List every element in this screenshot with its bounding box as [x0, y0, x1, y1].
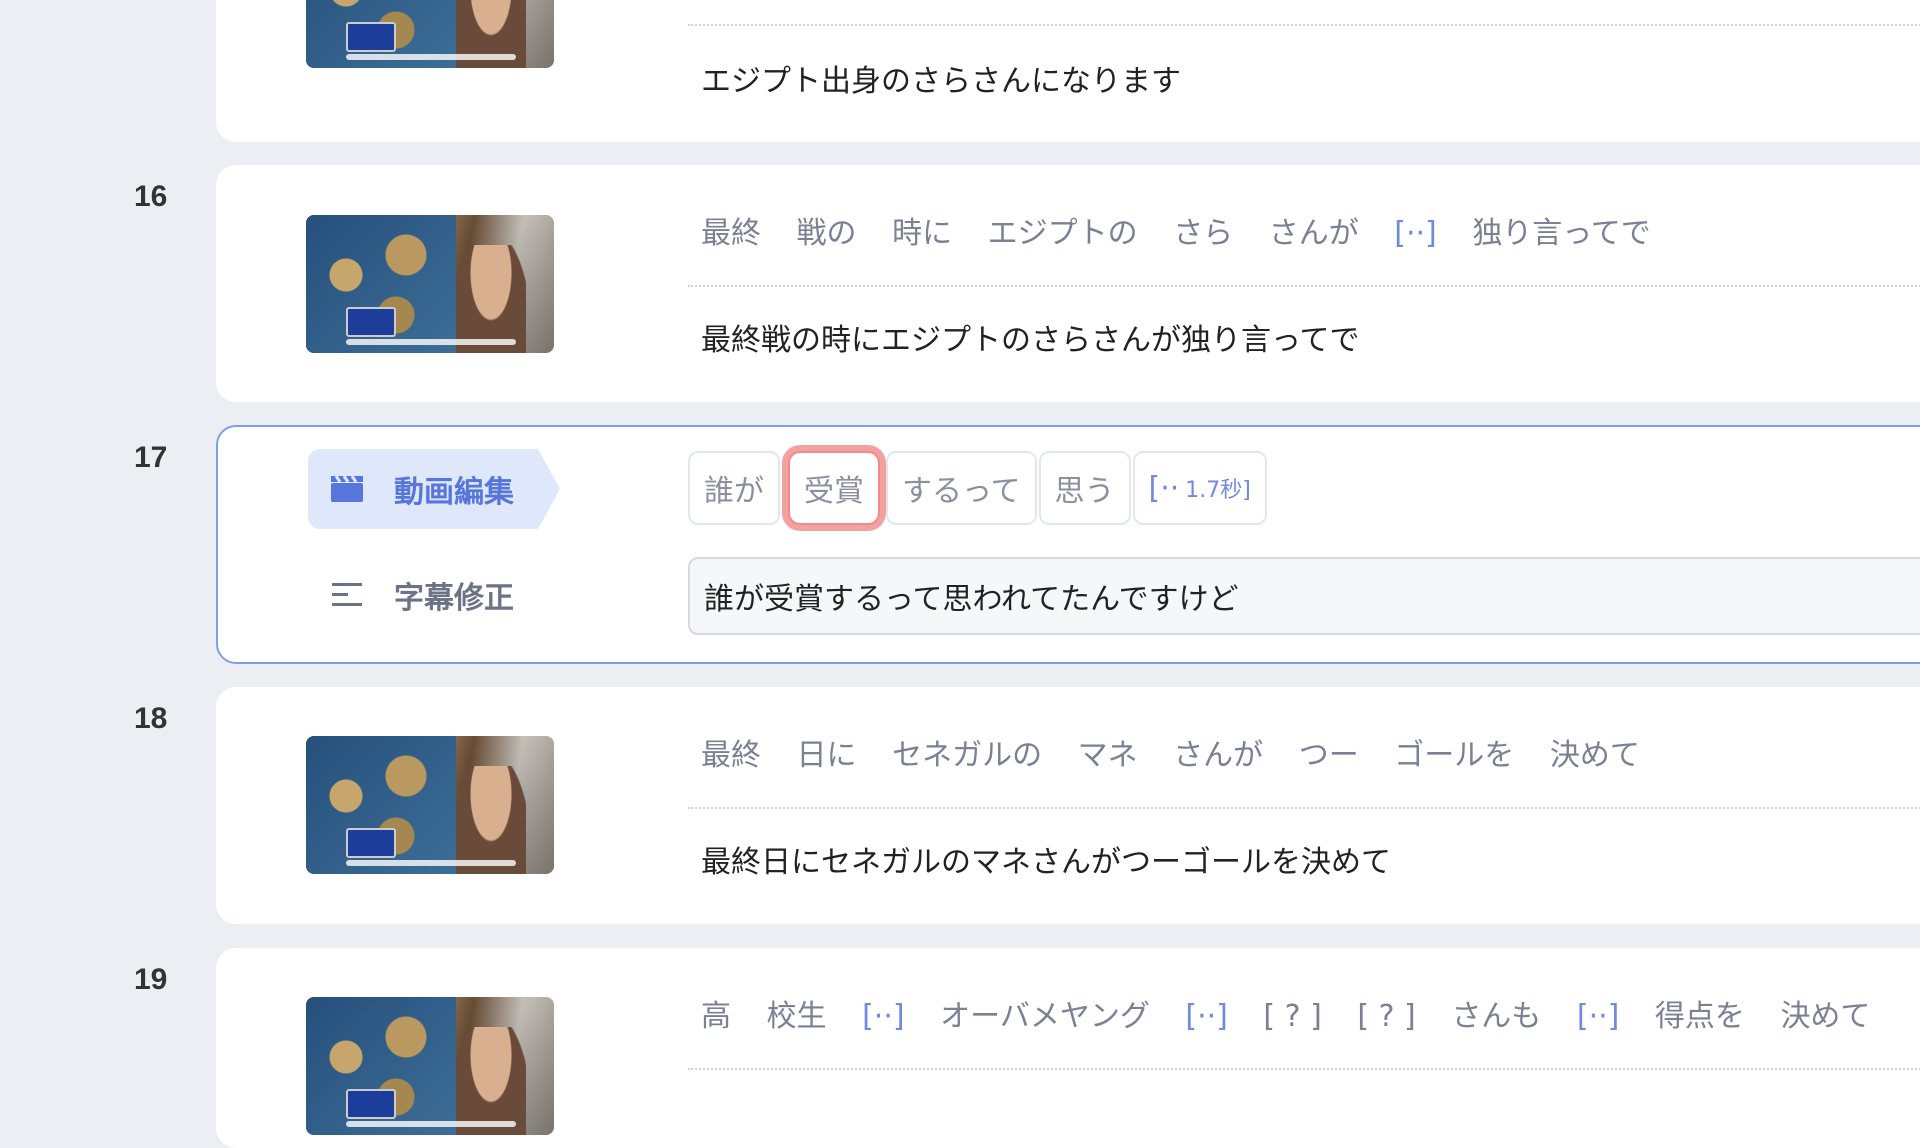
- unknown-token[interactable]: [ ? ]: [1263, 999, 1321, 1034]
- word-token[interactable]: オーバメヤング: [940, 999, 1150, 1034]
- word-tokens: 最終 日に セネガルの マネ さんが つー ゴールを 決めて: [701, 730, 1666, 774]
- clapperboard-icon: [330, 475, 370, 503]
- word-token[interactable]: 得点を: [1655, 999, 1745, 1034]
- gap-token[interactable]: [··]: [862, 999, 904, 1034]
- gap-chip[interactable]: [·· 1.7秒]: [1132, 451, 1267, 525]
- word-chip[interactable]: 思う: [1038, 451, 1131, 525]
- gap-token[interactable]: [··]: [1577, 999, 1619, 1034]
- word-token[interactable]: セネガルの: [892, 738, 1042, 773]
- word-tokens: 高 校生 [··] オーバメヤング [··] [ ? ] [ ? ] さんも […: [701, 991, 1896, 1035]
- subtitle-edit-field[interactable]: 誰が受賞するって思われてたんですけど: [688, 557, 1920, 635]
- word-token[interactable]: 高: [701, 999, 731, 1034]
- row-card-active[interactable]: 動画編集 字幕修正 誰が 受賞 するって 思う [·· 1.7秒] 誰が受賞する…: [216, 425, 1920, 664]
- tab-subtitle-fix-label: 字幕修正: [394, 581, 514, 616]
- tab-video-edit[interactable]: 動画編集: [308, 449, 560, 529]
- row-card[interactable]: 最終 日に セネガルの マネ さんが つー ゴールを 決めて 最終日にセネガルの…: [216, 687, 1920, 924]
- row-number: 17: [134, 441, 168, 474]
- word-token[interactable]: 決めて: [1780, 999, 1870, 1034]
- row-card[interactable]: エジプト出身のさらさんになります: [216, 0, 1920, 142]
- word-chip[interactable]: 誰が: [688, 451, 780, 525]
- word-token[interactable]: 最終: [701, 738, 761, 773]
- divider: [688, 285, 1920, 287]
- row-number: 19: [134, 963, 168, 996]
- word-token[interactable]: さら: [1173, 216, 1233, 251]
- word-token[interactable]: さんも: [1451, 999, 1541, 1034]
- row-number: 16: [134, 180, 168, 213]
- word-token[interactable]: 校生: [767, 999, 827, 1034]
- tab-video-edit-label: 動画編集: [394, 475, 514, 510]
- word-token[interactable]: 戦の: [797, 216, 857, 251]
- word-token[interactable]: 最終: [701, 216, 761, 251]
- word-token[interactable]: 決めて: [1550, 738, 1640, 773]
- divider: [688, 24, 1920, 26]
- divider: [688, 807, 1920, 809]
- word-tokens: 最終 戦の 時に エジプトの さら さんが [··] 独り言ってで: [701, 208, 1677, 252]
- word-token[interactable]: マネ: [1078, 738, 1138, 773]
- word-token[interactable]: 時に: [892, 216, 952, 251]
- gap-token[interactable]: [··]: [1185, 999, 1227, 1034]
- video-thumbnail[interactable]: [306, 0, 554, 68]
- video-thumbnail[interactable]: [306, 997, 554, 1135]
- word-token[interactable]: さんが: [1269, 216, 1359, 251]
- row-number: 18: [134, 702, 168, 735]
- row-card[interactable]: 高 校生 [··] オーバメヤング [··] [ ? ] [ ? ] さんも […: [216, 948, 1920, 1148]
- word-chip[interactable]: するって: [886, 451, 1037, 525]
- row-card[interactable]: 最終 戦の 時に エジプトの さら さんが [··] 独り言ってで 最終戦の時に…: [216, 165, 1920, 402]
- word-chip-selected[interactable]: 受賞: [788, 451, 880, 525]
- video-thumbnail[interactable]: [306, 215, 554, 353]
- subtitle-edit-value: 誰が受賞するって思われてたんですけど: [704, 582, 1239, 617]
- unknown-token[interactable]: [ ? ]: [1357, 999, 1415, 1034]
- subtitle-text[interactable]: 最終日にセネガルのマネさんがつーゴールを決めて: [701, 837, 1391, 881]
- gap-mark: [··: [1148, 470, 1180, 506]
- word-token[interactable]: 日に: [797, 738, 857, 773]
- word-token[interactable]: 独り言ってで: [1472, 216, 1651, 251]
- word-token[interactable]: エジプトの: [988, 216, 1138, 251]
- divider: [688, 1068, 1920, 1070]
- word-token[interactable]: ゴールを: [1394, 738, 1514, 773]
- gap-token[interactable]: [··]: [1394, 216, 1436, 251]
- word-token[interactable]: さんが: [1173, 738, 1263, 773]
- subtitle-text[interactable]: エジプト出身のさらさんになります: [701, 56, 1181, 100]
- subtitle-text[interactable]: 最終戦の時にエジプトのさらさんが独り言ってで: [701, 315, 1360, 359]
- tab-subtitle-fix[interactable]: 字幕修正: [308, 555, 538, 635]
- subtitle-lines-icon: [330, 580, 370, 610]
- word-token[interactable]: つー: [1299, 738, 1359, 773]
- video-thumbnail[interactable]: [306, 736, 554, 874]
- word-chips: 誰が 受賞 するって 思う [·· 1.7秒]: [688, 451, 1269, 525]
- gap-duration: 1.7秒]: [1185, 478, 1251, 503]
